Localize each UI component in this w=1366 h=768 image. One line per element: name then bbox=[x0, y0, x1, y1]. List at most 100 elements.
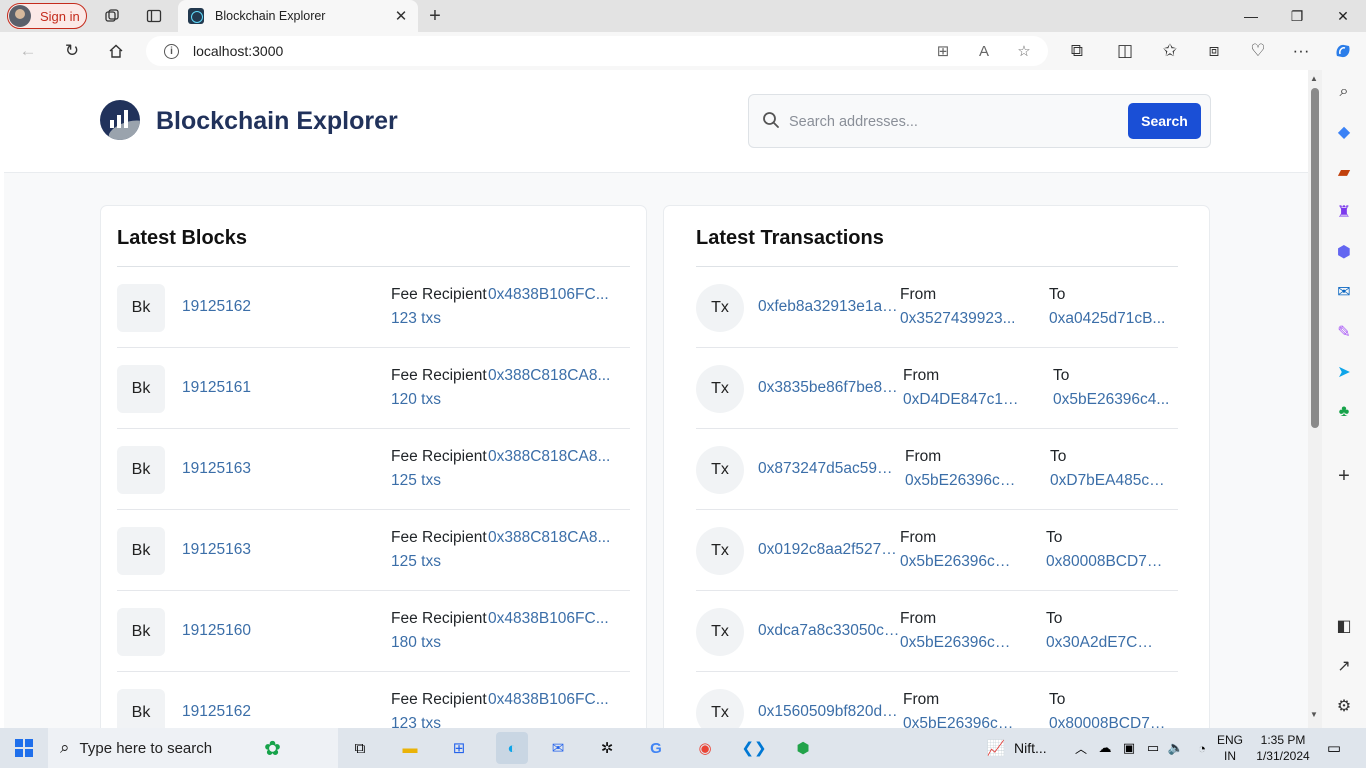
tx-count-link[interactable]: 125 txs bbox=[391, 472, 441, 490]
chrome-icon[interactable]: ◉ bbox=[693, 736, 717, 760]
site-info-icon[interactable]: i bbox=[164, 43, 179, 59]
to-address-link[interactable]: 0xD7bEA485cF... bbox=[1050, 472, 1168, 490]
transaction-hash-link[interactable]: 0x3835be86f7be89... bbox=[758, 379, 900, 397]
sidebar-tools-icon[interactable]: ▰ bbox=[1334, 162, 1354, 182]
fee-recipient-link[interactable]: 0x388C818CA8... bbox=[488, 448, 613, 466]
from-address-link[interactable]: 0x3527439923... bbox=[900, 310, 1016, 328]
transaction-hash-link[interactable]: 0x1560509bf820d8... bbox=[758, 703, 900, 721]
tx-count-link[interactable]: 180 txs bbox=[391, 634, 441, 652]
to-address-link[interactable]: 0xa0425d71cB... bbox=[1049, 310, 1167, 328]
tx-count-link[interactable]: 125 txs bbox=[391, 553, 441, 571]
battery-tray-icon[interactable]: ▭ bbox=[1141, 736, 1165, 760]
notifications-icon[interactable]: ▭ bbox=[1322, 736, 1346, 760]
camera-tray-icon[interactable]: ▣ bbox=[1117, 736, 1141, 760]
tx-count-link[interactable]: 123 txs bbox=[391, 310, 441, 328]
fee-recipient-link[interactable]: 0x388C818CA8... bbox=[488, 367, 613, 385]
read-aloud-icon[interactable]: A bbox=[971, 38, 997, 64]
block-number-link[interactable]: 19125162 bbox=[182, 298, 251, 316]
transaction-hash-link[interactable]: 0xfeb8a32913e1ac... bbox=[758, 298, 900, 316]
volume-tray-icon[interactable]: 🔈 bbox=[1164, 736, 1188, 760]
sidebar-shopping-icon[interactable]: ◆ bbox=[1334, 122, 1354, 142]
restore-button[interactable]: ❐ bbox=[1274, 0, 1320, 32]
fee-recipient-link[interactable]: 0x4838B106FC... bbox=[488, 610, 613, 628]
tray-chevron-icon[interactable]: ︿ bbox=[1069, 736, 1093, 760]
tab-blockchain-explorer[interactable]: Blockchain Explorer ✕ bbox=[178, 0, 418, 32]
minimize-button[interactable]: — bbox=[1228, 0, 1274, 32]
sidebar-search-icon[interactable]: ⌕ bbox=[1334, 82, 1354, 102]
to-address-link[interactable]: 0x30A2dE7CD7... bbox=[1046, 634, 1164, 652]
app-available-icon[interactable]: ⊞ bbox=[930, 38, 956, 64]
close-window-button[interactable]: ✕ bbox=[1320, 0, 1366, 32]
sidebar-add-icon[interactable]: + bbox=[1334, 465, 1354, 487]
wifi-tray-icon[interactable]: ◔ bbox=[1190, 736, 1214, 760]
to-address-link[interactable]: 0x80008BCD71... bbox=[1046, 553, 1164, 571]
to-address-link[interactable]: 0x80008BCD71... bbox=[1049, 715, 1167, 728]
transaction-hash-link[interactable]: 0xdca7a8c33050cc... bbox=[758, 622, 900, 640]
from-address-link[interactable]: 0x5bE26396c4... bbox=[900, 634, 1016, 652]
sidebar-outlook-icon[interactable]: ✉ bbox=[1334, 282, 1354, 302]
from-address-link[interactable]: 0x5bE26396c4... bbox=[900, 553, 1016, 571]
tx-count-link[interactable]: 123 txs bbox=[391, 715, 441, 728]
vscode-icon[interactable]: ❮❯ bbox=[741, 736, 766, 760]
search-button[interactable]: Search bbox=[1128, 103, 1201, 139]
page-scrollbar[interactable]: ▲ ▼ bbox=[1308, 70, 1322, 728]
region-label[interactable]: IN bbox=[1215, 749, 1245, 763]
vertical-tabs-icon[interactable] bbox=[141, 3, 167, 29]
from-address-link[interactable]: 0x5bE26396c4... bbox=[905, 472, 1021, 490]
search-input[interactable] bbox=[789, 109, 1119, 135]
clock-time[interactable]: 1:35 PM bbox=[1250, 733, 1316, 747]
to-address-link[interactable]: 0x5bE26396c4... bbox=[1053, 391, 1171, 409]
sidebar-m365-icon[interactable]: ⬢ bbox=[1334, 242, 1354, 262]
block-number-link[interactable]: 19125162 bbox=[182, 703, 251, 721]
google-icon[interactable]: G bbox=[644, 736, 668, 760]
fee-recipient-link[interactable]: 0x4838B106FC... bbox=[488, 691, 613, 709]
block-number-link[interactable]: 19125163 bbox=[182, 460, 251, 478]
refresh-icon[interactable]: ↻ bbox=[59, 38, 85, 64]
from-address-link[interactable]: 0x5bE26396c4... bbox=[903, 715, 1019, 728]
store-icon[interactable]: ⊞ bbox=[447, 736, 471, 760]
fee-recipient-link[interactable]: 0x4838B106FC... bbox=[488, 286, 613, 304]
sidebar-games-icon[interactable]: ♜ bbox=[1334, 202, 1354, 222]
extensions-icon[interactable]: ⧉ bbox=[1064, 38, 1090, 64]
home-icon[interactable] bbox=[103, 38, 129, 64]
transaction-hash-link[interactable]: 0x873247d5ac59b6... bbox=[758, 460, 900, 478]
nodejs-icon[interactable]: ⬢ bbox=[791, 736, 815, 760]
favorites-icon[interactable]: ✩ bbox=[1157, 38, 1183, 64]
sidebar-split-icon[interactable]: ◧ bbox=[1334, 616, 1354, 636]
tx-count-link[interactable]: 120 txs bbox=[391, 391, 441, 409]
task-view-icon[interactable]: ⧉ bbox=[348, 736, 372, 760]
workspaces-icon[interactable] bbox=[99, 3, 125, 29]
chatgpt-icon[interactable]: ✲ bbox=[595, 736, 619, 760]
back-icon[interactable]: ← bbox=[15, 38, 41, 64]
clock-date[interactable]: 1/31/2024 bbox=[1250, 749, 1316, 763]
close-tab-icon[interactable]: ✕ bbox=[390, 7, 412, 25]
favorite-star-icon[interactable]: ☆ bbox=[1011, 38, 1037, 64]
file-explorer-icon[interactable]: ▬ bbox=[398, 736, 422, 760]
sign-in-button[interactable]: Sign in bbox=[7, 3, 87, 29]
taskbar-search-box[interactable]: ⌕ Type here to search ✿ bbox=[48, 728, 338, 768]
transaction-hash-link[interactable]: 0x0192c8aa2f5278... bbox=[758, 541, 900, 559]
copilot-icon[interactable] bbox=[1330, 38, 1356, 64]
sidebar-settings-icon[interactable]: ⚙ bbox=[1334, 696, 1354, 716]
chart-app-icon[interactable]: 📈 bbox=[984, 736, 1008, 760]
language-label[interactable]: ENG bbox=[1215, 733, 1245, 747]
split-screen-icon[interactable]: ◫ bbox=[1112, 38, 1138, 64]
browser-essentials-icon[interactable]: ♡ bbox=[1245, 38, 1271, 64]
address-bar[interactable]: i localhost:3000 ⊞ A ☆ bbox=[146, 36, 1048, 66]
sidebar-drop-icon[interactable]: ➤ bbox=[1334, 362, 1354, 382]
sidebar-designer-icon[interactable]: ✎ bbox=[1334, 322, 1354, 342]
block-number-link[interactable]: 19125160 bbox=[182, 622, 251, 640]
network-tray-icon[interactable]: ☁ bbox=[1093, 736, 1117, 760]
collections-icon[interactable]: ⧈ bbox=[1201, 38, 1227, 64]
block-number-link[interactable]: 19125161 bbox=[182, 379, 251, 397]
fee-recipient-link[interactable]: 0x388C818CA8... bbox=[488, 529, 613, 547]
settings-more-icon[interactable]: ··· bbox=[1288, 38, 1314, 64]
block-number-link[interactable]: 19125163 bbox=[182, 541, 251, 559]
sidebar-external-icon[interactable]: ↗ bbox=[1334, 656, 1354, 676]
edge-taskbar-icon[interactable]: ◐ bbox=[496, 732, 528, 764]
sidebar-tree-icon[interactable]: ♣ bbox=[1334, 402, 1354, 422]
mail-icon[interactable]: ✉ bbox=[546, 736, 570, 760]
new-tab-icon[interactable]: + bbox=[422, 3, 448, 29]
windows-start-icon[interactable] bbox=[12, 736, 36, 760]
scrollbar-thumb[interactable] bbox=[1311, 88, 1319, 428]
